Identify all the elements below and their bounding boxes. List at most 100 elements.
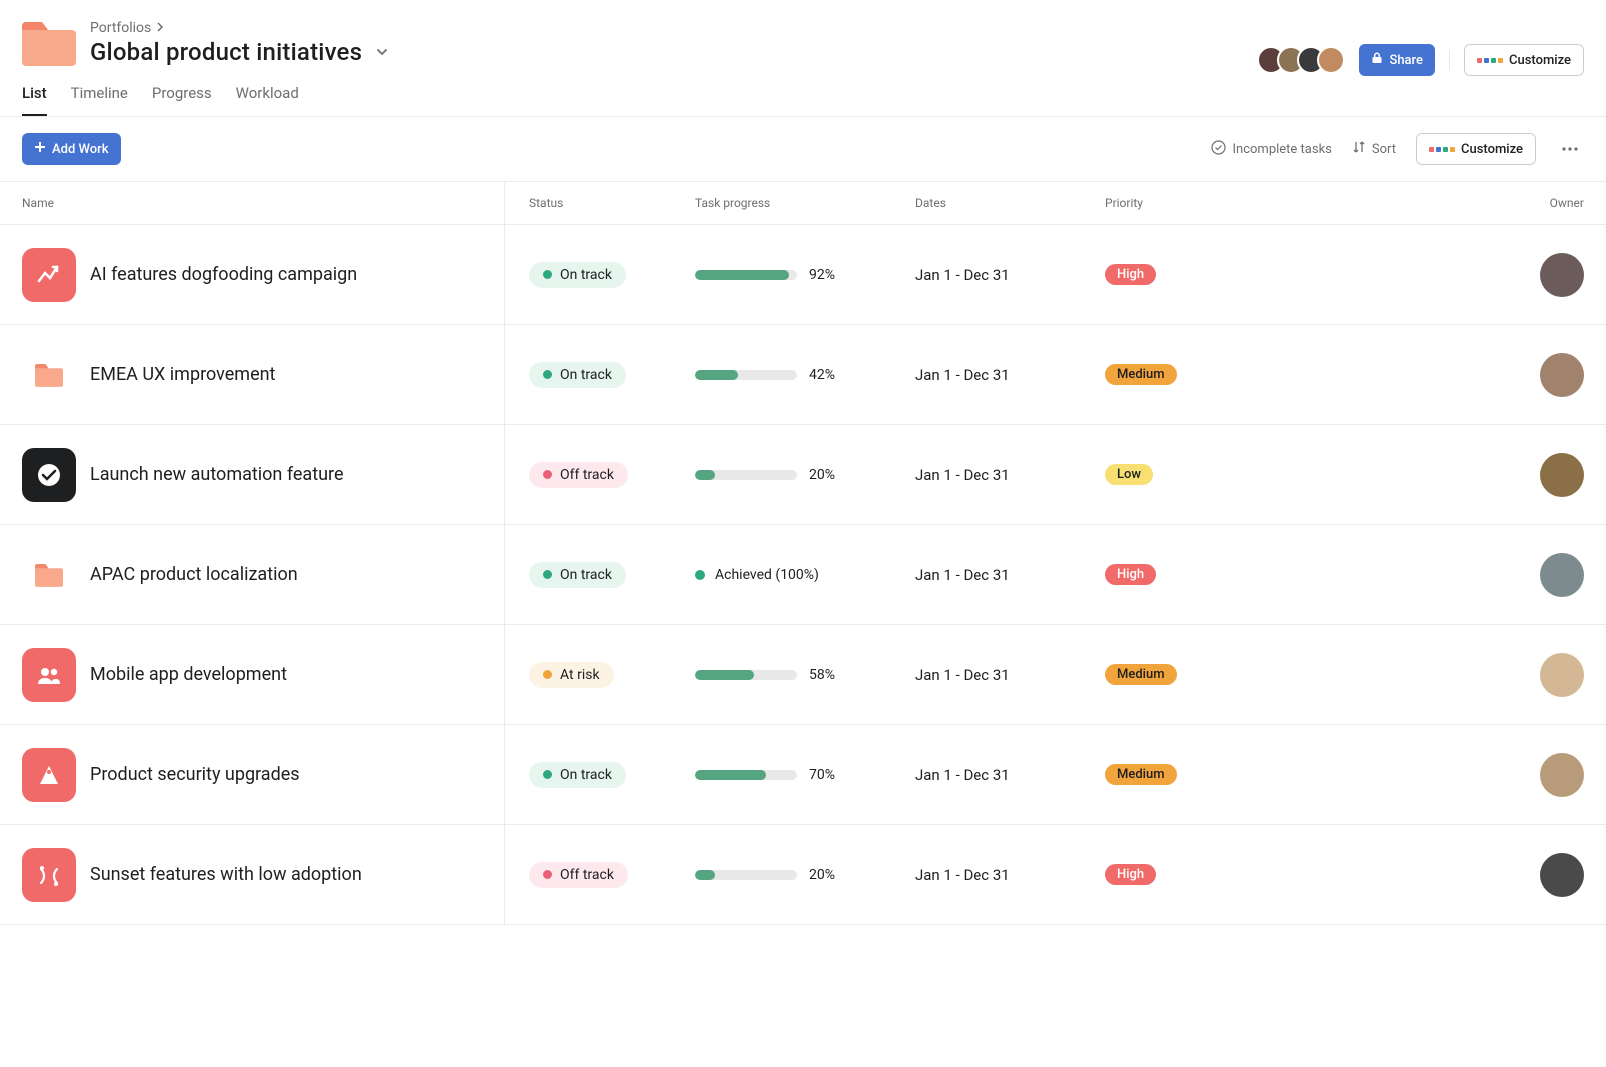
lock-icon [1371, 52, 1383, 68]
col-dates[interactable]: Dates [915, 182, 1105, 224]
col-progress[interactable]: Task progress [695, 182, 915, 224]
dates-text: Jan 1 - Dec 31 [915, 366, 1010, 384]
filter-incomplete[interactable]: Incomplete tasks [1211, 140, 1331, 159]
status-text: On track [560, 367, 612, 383]
col-name[interactable]: Name [0, 182, 505, 224]
progress: 20% [695, 467, 835, 483]
progress-fill [695, 470, 715, 480]
page-title: Global product initiatives [90, 38, 362, 66]
owner-avatar[interactable] [1540, 453, 1584, 497]
progress-fill [695, 670, 754, 680]
table-row[interactable]: Launch new automation feature Off track 20… [0, 425, 1606, 525]
owner-avatar[interactable] [1540, 353, 1584, 397]
progress-bar [695, 370, 797, 380]
add-work-button[interactable]: Add Work [22, 133, 121, 165]
project-name: Launch new automation feature [90, 464, 344, 485]
status-badge[interactable]: Off track [529, 462, 628, 488]
dates-text: Jan 1 - Dec 31 [915, 566, 1010, 584]
share-button[interactable]: Share [1359, 44, 1435, 76]
owner-avatar[interactable] [1540, 553, 1584, 597]
priority-badge[interactable]: High [1105, 264, 1156, 285]
users-icon [22, 648, 76, 702]
project-name: Sunset features with low adoption [90, 864, 362, 885]
priority-badge[interactable]: Medium [1105, 764, 1177, 785]
project-name: EMEA UX improvement [90, 364, 275, 385]
table-row[interactable]: Product security upgrades On track 70% Jan … [0, 725, 1606, 825]
progress-achieved: Achieved (100%) [695, 567, 819, 583]
title-dropdown-caret[interactable] [372, 42, 392, 62]
table-row[interactable]: AI features dogfooding campaign On track 9… [0, 225, 1606, 325]
status-badge[interactable]: On track [529, 762, 626, 788]
owner-avatar[interactable] [1540, 853, 1584, 897]
progress-percent: 70% [809, 767, 835, 783]
breadcrumb: Portfolios [90, 20, 1584, 36]
status-text: At risk [560, 667, 600, 683]
tab-timeline[interactable]: Timeline [71, 84, 128, 116]
tab-list[interactable]: List [22, 84, 47, 116]
owner-avatar[interactable] [1540, 753, 1584, 797]
project-name: Product security upgrades [90, 764, 300, 785]
mountain-icon [22, 748, 76, 802]
chart-icon [22, 248, 76, 302]
breadcrumb-portfolios[interactable]: Portfolios [90, 20, 151, 36]
col-status[interactable]: Status [505, 182, 695, 224]
table-row[interactable]: Mobile app developmentAt risk58%Jan 1 - … [0, 625, 1606, 725]
progress-percent: 20% [809, 467, 835, 483]
status-dot [543, 570, 552, 579]
priority-badge[interactable]: Low [1105, 464, 1153, 485]
more-button[interactable] [1556, 135, 1584, 163]
dates-text: Jan 1 - Dec 31 [915, 266, 1010, 284]
status-badge[interactable]: On track [529, 262, 626, 288]
progress-percent: 42% [809, 367, 835, 383]
toolbar-customize-button[interactable]: Customize [1416, 133, 1536, 165]
progress-bar [695, 770, 797, 780]
owner-avatar[interactable] [1540, 253, 1584, 297]
avatar[interactable] [1317, 46, 1345, 74]
sort-icon [1352, 140, 1366, 158]
status-badge[interactable]: Off track [529, 862, 628, 888]
sort-button[interactable]: Sort [1352, 140, 1396, 158]
status-badge[interactable]: At risk [529, 662, 614, 688]
tab-workload[interactable]: Workload [236, 84, 299, 116]
project-name: AI features dogfooding campaign [90, 264, 357, 285]
status-dot [543, 770, 552, 779]
table-header: Name Status Task progress Dates Priority… [0, 181, 1606, 225]
table-row[interactable]: Sunset features with low adoption Off tra… [0, 825, 1606, 925]
col-owner[interactable]: Owner [1265, 182, 1606, 224]
priority-badge[interactable]: High [1105, 864, 1156, 885]
divider [1449, 50, 1450, 70]
priority-badge[interactable]: Medium [1105, 364, 1177, 385]
status-badge[interactable]: On track [529, 362, 626, 388]
status-badge[interactable]: On track [529, 562, 626, 588]
table-row[interactable]: EMEA UX improvement On track 42% Jan 1 - De… [0, 325, 1606, 425]
priority-badge[interactable]: Medium [1105, 664, 1177, 685]
priority-badge[interactable]: High [1105, 564, 1156, 585]
progress: 70% [695, 767, 835, 783]
portfolio-folder-icon [22, 20, 76, 66]
col-priority[interactable]: Priority [1105, 182, 1265, 224]
plus-icon [34, 141, 46, 157]
progress: 42% [695, 367, 835, 383]
folder-icon [22, 348, 76, 402]
progress-bar [695, 870, 797, 880]
status-dot [543, 470, 552, 479]
dates-text: Jan 1 - Dec 31 [915, 466, 1010, 484]
table-row[interactable]: APAC product localization On track Achieve… [0, 525, 1606, 625]
folder-icon [22, 548, 76, 602]
progress-percent: 92% [809, 267, 835, 283]
status-text: Off track [560, 467, 614, 483]
header-actions: Share Customize [1257, 44, 1584, 76]
status-text: Off track [560, 867, 614, 883]
add-work-label: Add Work [52, 142, 109, 157]
owner-avatar[interactable] [1540, 653, 1584, 697]
status-dot [543, 870, 552, 879]
tab-progress[interactable]: Progress [152, 84, 212, 116]
ellipsis-icon [1562, 147, 1578, 151]
project-name: APAC product localization [90, 564, 298, 585]
progress-bar [695, 670, 797, 680]
sort-label: Sort [1372, 142, 1396, 157]
dates-text: Jan 1 - Dec 31 [915, 766, 1010, 784]
member-avatars[interactable] [1257, 46, 1345, 74]
customize-button[interactable]: Customize [1464, 44, 1584, 76]
customize-icon [1477, 58, 1503, 63]
